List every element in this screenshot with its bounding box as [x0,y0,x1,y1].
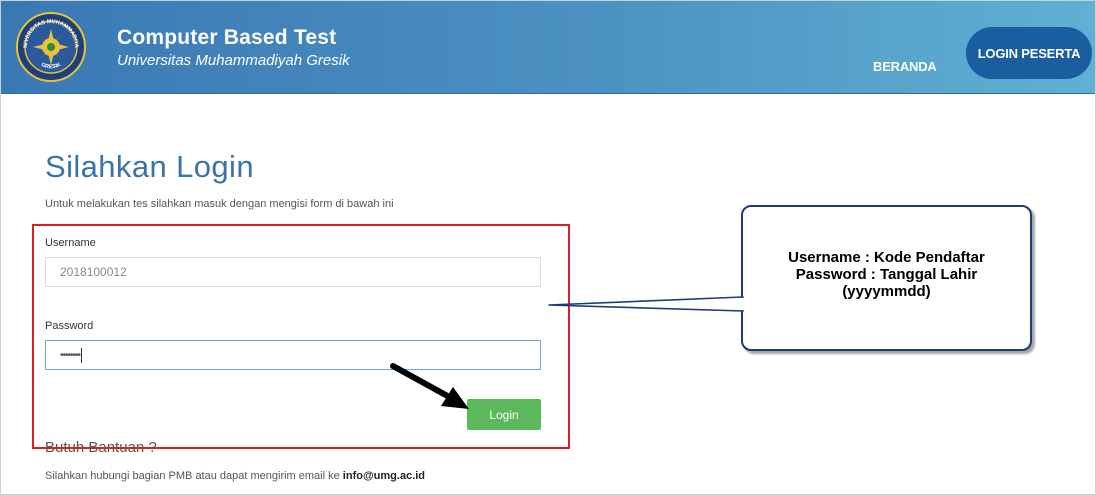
nav-login-peserta-button[interactable]: LOGIN PESERTA [966,27,1092,79]
help-email-link[interactable]: info@umg.ac.id [343,470,425,482]
callout-pointer [548,296,744,312]
browser-viewport: UNIVERSITAS MUHAMMADIYAH GRESIK [0,0,1096,495]
top-navbar: UNIVERSITAS MUHAMMADIYAH GRESIK [1,1,1095,94]
callout-line-password: Password : Tanggal Lahir [795,266,978,283]
app-title: Computer Based Test [117,26,337,49]
university-logo[interactable]: UNIVERSITAS MUHAMMADIYAH GRESIK [13,7,87,83]
app-subtitle: Universitas Muhammadiyah Gresik [117,52,350,69]
annotation-callout: Username : Kode Pendaftar Password : Tan… [741,205,1032,351]
callout-line-username: Username : Kode Pendaftar [788,249,985,266]
login-form-highlight [32,224,570,449]
help-text-body: Silahkan hubungi bagian PMB atau dapat m… [45,470,343,482]
callout-line-format: (yyyymmdd) [842,283,931,300]
page-description: Untuk melakukan tes silahkan masuk denga… [45,198,394,210]
help-text: Silahkan hubungi bagian PMB atau dapat m… [45,470,425,482]
callout-text: Username : Kode Pendaftar Password : Tan… [743,249,1030,300]
nav-beranda-link[interactable]: BERANDA [873,59,937,74]
page-title: Silahkan Login [45,149,254,184]
